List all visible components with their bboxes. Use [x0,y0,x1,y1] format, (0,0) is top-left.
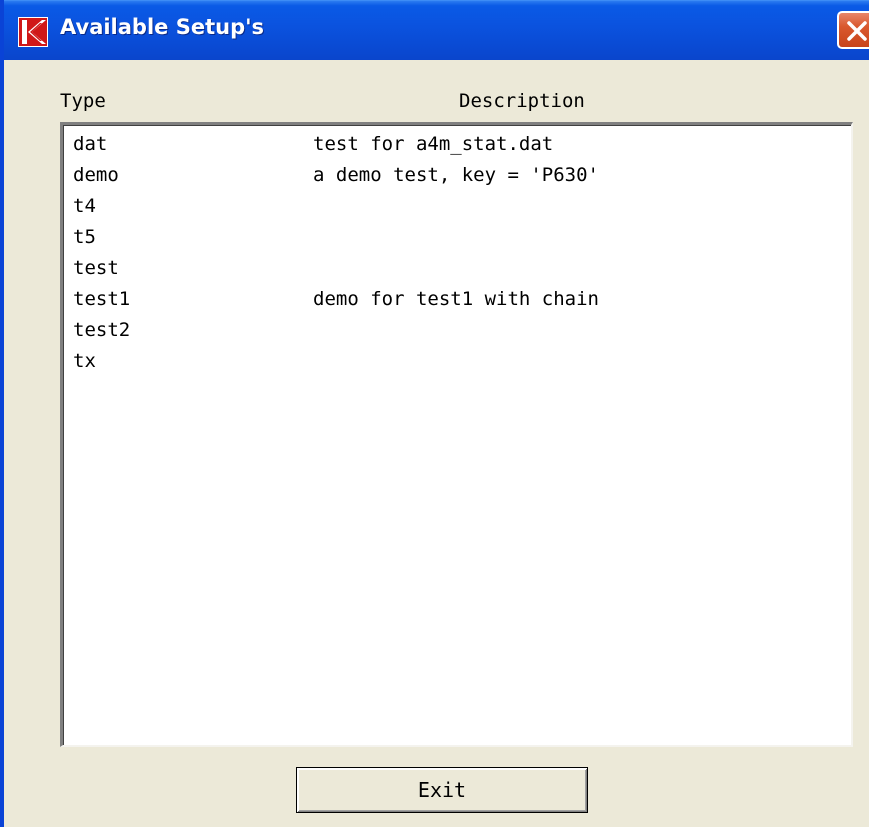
close-button[interactable] [837,11,869,49]
setup-type: demo [73,164,119,186]
list-item[interactable]: demo a demo test, key = 'P630' [63,160,851,191]
title-bar[interactable]: Available Setup's [4,0,869,60]
list-item[interactable]: test1 demo for test1 with chain [63,284,851,315]
setup-type: test [73,257,119,279]
setup-type: test2 [73,319,131,341]
setups-dialog: Available Setup's Type Description dat te… [0,0,869,827]
type-column-header: Type [60,90,106,112]
setup-type: test1 [73,288,131,310]
setup-description: demo for test1 with chain [313,288,599,310]
setup-type: t5 [73,226,96,248]
window-title: Available Setup's [60,15,265,39]
setup-type: tx [73,350,96,372]
setups-listbox[interactable]: dat test for a4m_stat.datdemo a demo test,… [60,122,853,747]
exit-button[interactable]: Exit [296,767,588,813]
list-item[interactable]: tx [63,346,851,377]
list-item[interactable]: test [63,253,851,284]
setup-description: a demo test, key = 'P630' [313,164,599,186]
list-item[interactable]: t5 [63,222,851,253]
list-item[interactable]: test2 [63,315,851,346]
list-item[interactable]: t4 [63,191,851,222]
k-logo-icon[interactable] [18,17,48,47]
setup-type: t4 [73,195,96,217]
setup-description: test for a4m_stat.dat [313,133,554,155]
description-column-header: Description [459,90,585,112]
setup-type: dat [73,133,108,155]
list-item[interactable]: dat test for a4m_stat.dat [63,129,851,160]
close-icon [847,21,867,41]
